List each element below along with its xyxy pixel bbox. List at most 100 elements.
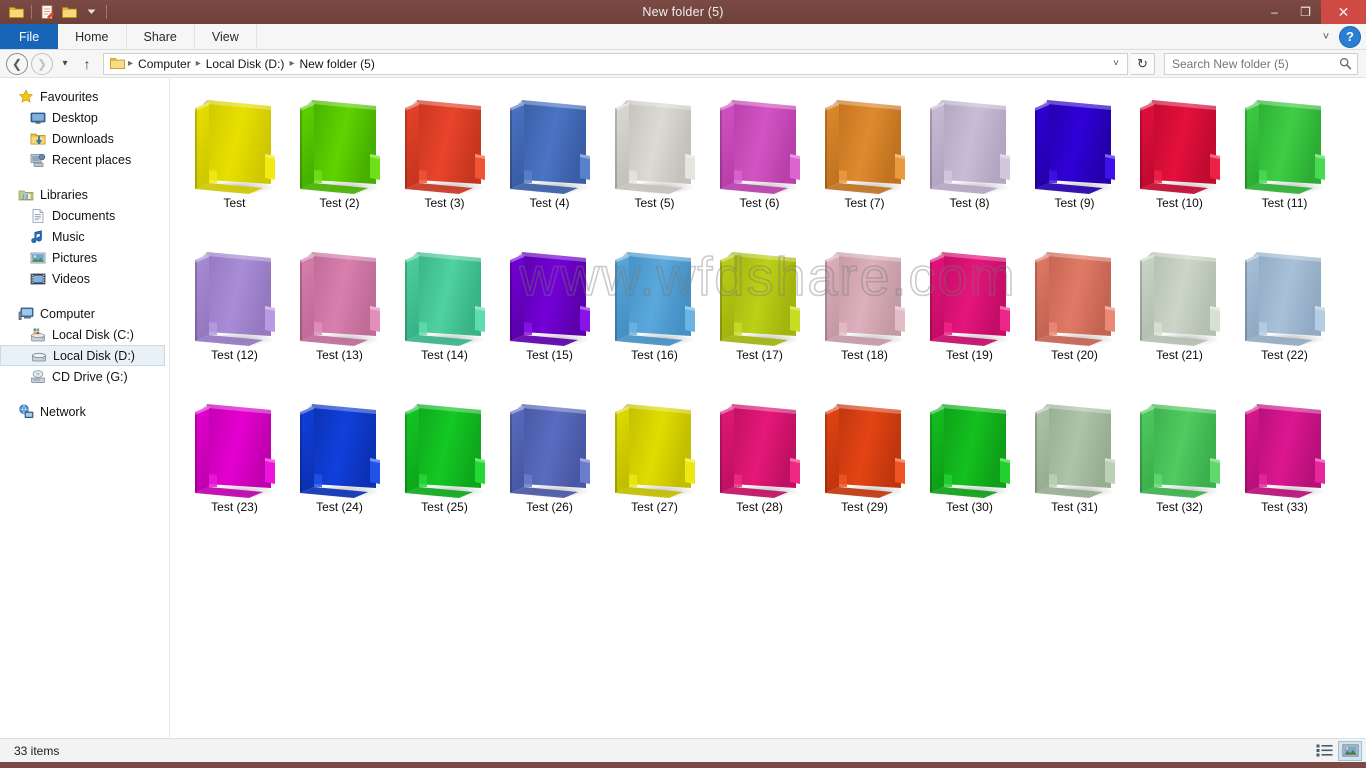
sidebar-item-pictures[interactable]: Pictures [0, 247, 169, 268]
sidebar-item-recent-places[interactable]: Recent places [0, 149, 169, 170]
sidebar-item-videos[interactable]: Videos [0, 268, 169, 289]
file-item[interactable]: Test (33) [1232, 388, 1337, 536]
folder-icon [187, 88, 283, 200]
folder-icon [292, 88, 388, 200]
file-item[interactable]: Test (29) [812, 388, 917, 536]
file-item[interactable]: Test (32) [1127, 388, 1232, 536]
sidebar-item-music[interactable]: Music [0, 226, 169, 247]
explorer-body: Favourites Desktop Downloads Recent plac… [0, 78, 1366, 738]
nav-group-computer: Computer Local Disk (C:) Local Disk (D:) [0, 303, 169, 387]
breadcrumb-folder-icon [108, 57, 126, 70]
sidebar-item-favourites[interactable]: Favourites [0, 86, 169, 107]
file-item-label: Test (22) [1261, 348, 1308, 362]
downloads-icon [30, 131, 46, 147]
file-item[interactable]: Test (26) [497, 388, 602, 536]
folder-icon [1132, 88, 1228, 200]
file-item[interactable]: Test (5) [602, 84, 707, 232]
sidebar-item-libraries[interactable]: Libraries [0, 184, 169, 205]
close-button[interactable]: ✕ [1321, 0, 1366, 24]
forward-button[interactable]: ❯ [31, 52, 53, 75]
new-folder-icon[interactable] [59, 3, 79, 21]
maximize-button[interactable]: ❐ [1290, 0, 1321, 24]
file-item[interactable]: Test (7) [812, 84, 917, 232]
file-item[interactable]: Test [182, 84, 287, 232]
folder-icon [1027, 88, 1123, 200]
folder-icon [712, 88, 808, 200]
music-note-icon [30, 229, 46, 245]
file-item[interactable]: Test (9) [1022, 84, 1127, 232]
large-icons-view-icon[interactable] [1338, 740, 1362, 761]
search-icon[interactable] [1337, 57, 1353, 70]
breadcrumb-item-computer[interactable]: Computer [135, 57, 194, 71]
properties-icon[interactable] [37, 3, 57, 21]
details-view-icon[interactable] [1312, 741, 1336, 761]
file-item[interactable]: Test (6) [707, 84, 812, 232]
folder-icon [817, 240, 913, 352]
file-item[interactable]: Test (11) [1232, 84, 1337, 232]
chevron-down-icon[interactable]: ˅ [1107, 54, 1125, 74]
sidebar-label-computer: Computer [40, 306, 95, 321]
file-item[interactable]: Test (23) [182, 388, 287, 536]
file-item[interactable]: Test (22) [1232, 236, 1337, 384]
sidebar-item-local-disk-c[interactable]: Local Disk (C:) [0, 324, 169, 345]
breadcrumb[interactable]: ▸ Computer ▸ Local Disk (D:) ▸ New folde… [103, 52, 1128, 75]
navigation-pane: Favourites Desktop Downloads Recent plac… [0, 78, 170, 738]
file-item[interactable]: Test (28) [707, 388, 812, 536]
recent-locations-icon[interactable]: ▾ [56, 53, 74, 75]
file-item[interactable]: Test (10) [1127, 84, 1232, 232]
help-icon[interactable]: ? [1339, 25, 1361, 48]
sidebar-item-local-disk-d[interactable]: Local Disk (D:) [0, 345, 165, 366]
file-item[interactable]: Test (20) [1022, 236, 1127, 384]
up-button[interactable]: ↑ [77, 53, 97, 75]
tab-file[interactable]: File [0, 24, 59, 49]
file-item[interactable]: Test (24) [287, 388, 392, 536]
sidebar-label-documents: Documents [52, 208, 116, 223]
folder-icon [397, 392, 493, 504]
search-input[interactable] [1172, 56, 1337, 71]
file-item[interactable]: Test (3) [392, 84, 497, 232]
sidebar-item-network[interactable]: Network [0, 401, 169, 422]
search-box[interactable] [1164, 52, 1358, 75]
tab-home[interactable]: Home [58, 24, 127, 49]
sidebar-item-documents[interactable]: Documents [0, 205, 169, 226]
breadcrumb-item-new-folder[interactable]: New folder (5) [296, 57, 377, 71]
file-item[interactable]: Test (27) [602, 388, 707, 536]
sidebar-item-computer[interactable]: Computer [0, 303, 169, 324]
file-item[interactable]: Test (21) [1127, 236, 1232, 384]
file-item[interactable]: Test (15) [497, 236, 602, 384]
folder-icon [292, 240, 388, 352]
file-list-view[interactable]: Test Test (2) Test (3) Test (4) Test (5)… [170, 78, 1366, 738]
file-item[interactable]: Test (30) [917, 388, 1022, 536]
file-item-label: Test (28) [736, 500, 783, 514]
folder-icon [1132, 392, 1228, 504]
file-item-label: Test (9) [1054, 196, 1095, 210]
file-item[interactable]: Test (14) [392, 236, 497, 384]
file-item[interactable]: Test (16) [602, 236, 707, 384]
minimize-button[interactable]: – [1259, 0, 1290, 24]
file-item[interactable]: Test (2) [287, 84, 392, 232]
back-button[interactable]: ❮ [6, 52, 28, 75]
sidebar-item-cd-drive-g[interactable]: CD Drive (G:) [0, 366, 169, 387]
customize-caret-icon[interactable] [81, 3, 101, 21]
file-item[interactable]: Test (19) [917, 236, 1022, 384]
refresh-button[interactable]: ↻ [1131, 52, 1155, 75]
file-item[interactable]: Test (31) [1022, 388, 1127, 536]
file-item[interactable]: Test (13) [287, 236, 392, 384]
file-item[interactable]: Test (17) [707, 236, 812, 384]
qat-divider [31, 5, 32, 19]
sidebar-item-desktop[interactable]: Desktop [0, 107, 169, 128]
sidebar-item-downloads[interactable]: Downloads [0, 128, 169, 149]
ribbon-right-controls: ˅ ? [1315, 24, 1366, 49]
breadcrumb-item-local-disk-d[interactable]: Local Disk (D:) [203, 57, 288, 71]
file-item[interactable]: Test (8) [917, 84, 1022, 232]
tab-share[interactable]: Share [127, 24, 195, 49]
tab-view[interactable]: View [195, 24, 257, 49]
folder-icon [1027, 240, 1123, 352]
sidebar-label-libraries: Libraries [40, 187, 88, 202]
file-item[interactable]: Test (12) [182, 236, 287, 384]
file-item[interactable]: Test (18) [812, 236, 917, 384]
chevron-down-icon[interactable]: ˅ [1315, 26, 1337, 48]
folder-icon[interactable] [6, 3, 26, 21]
file-item[interactable]: Test (4) [497, 84, 602, 232]
file-item[interactable]: Test (25) [392, 388, 497, 536]
